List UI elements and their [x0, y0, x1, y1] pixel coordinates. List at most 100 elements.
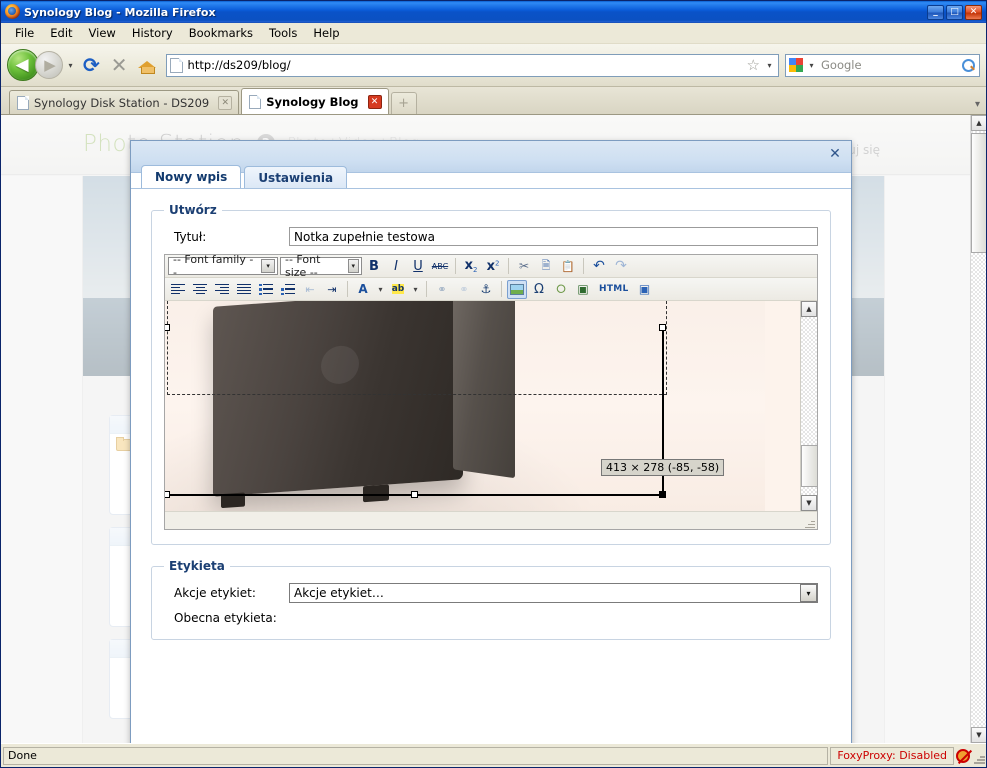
copy-icon[interactable]: 🗎 [536, 257, 556, 276]
unlink-icon[interactable]: ⚭ [454, 280, 474, 299]
editor-scrollbar-thumb[interactable] [801, 445, 817, 487]
history-dropdown-icon[interactable]: ▾ [65, 61, 76, 70]
resize-handle-bottom-left[interactable] [165, 491, 170, 498]
special-character-icon[interactable]: Ω [529, 280, 549, 299]
tab-synology-disk-station[interactable]: Synology Disk Station - DS209 ✕ [9, 90, 240, 114]
scroll-up-icon[interactable]: ▲ [971, 115, 986, 131]
forward-arrow-icon: ▶ [44, 55, 56, 74]
editor-canvas[interactable]: 413 × 278 (-85, -58) ▲ ▼ [165, 301, 817, 511]
status-message: Done [3, 746, 829, 765]
chevron-down-icon[interactable]: ▾ [261, 259, 275, 273]
foxyproxy-icon[interactable] [954, 747, 972, 765]
bookmark-star-icon[interactable]: ☆ [743, 56, 764, 74]
strikethrough-icon[interactable]: ABC [430, 257, 450, 276]
foxyproxy-status[interactable]: FoxyProxy: Disabled [830, 746, 954, 765]
search-icon[interactable] [961, 58, 976, 73]
label-section: Etykieta Akcje etykiet: Akcje etykiet… ▾… [151, 559, 831, 640]
tab-ustawienia[interactable]: Ustawienia [244, 166, 348, 188]
chevron-down-icon[interactable]: ▾ [347, 259, 359, 273]
background-color-dropdown-icon[interactable]: ▾ [410, 285, 421, 294]
numbered-list-icon[interactable] [278, 280, 298, 299]
new-tab-button[interactable]: + [390, 92, 417, 114]
search-bar[interactable]: ▾ Google [785, 53, 980, 77]
font-family-select[interactable]: -- Font family -- ▾ [168, 253, 278, 279]
bold-icon[interactable]: B [364, 257, 384, 276]
indent-icon[interactable]: ⇥ [322, 280, 342, 299]
scroll-down-icon[interactable]: ▼ [971, 727, 986, 743]
editor-toolbar-row2: ⇤ ⇥ A ▾ ab ▾ ⚭ ⚭ ⚓ Ω ⭘ ▣ HTML ▣ [165, 278, 817, 301]
menu-bookmarks[interactable]: Bookmarks [181, 24, 261, 42]
resize-handle-bottom-center[interactable] [411, 491, 418, 498]
tab-nowy-wpis[interactable]: Nowy wpis [141, 165, 242, 188]
superscript-icon[interactable]: x2 [483, 257, 503, 276]
chevron-down-icon[interactable]: ▾ [800, 584, 817, 602]
bullet-list-icon[interactable] [256, 280, 276, 299]
menu-edit[interactable]: Edit [42, 24, 80, 42]
url-bar[interactable]: http://ds209/blog/ ☆ ▾ [165, 53, 779, 77]
reload-icon[interactable]: ⟳ [78, 55, 105, 75]
undo-icon[interactable]: ↶ [589, 257, 609, 276]
align-center-icon[interactable] [190, 280, 210, 299]
insert-image-icon[interactable] [507, 279, 527, 299]
insert-media-icon[interactable]: ▣ [573, 280, 593, 299]
search-engine-dropdown-icon[interactable]: ▾ [806, 61, 817, 70]
label-actions-select[interactable]: Akcje etykiet… ▾ [289, 583, 818, 603]
align-justify-icon[interactable] [234, 280, 254, 299]
window-resize-grip[interactable] [972, 747, 986, 765]
resize-handle-bottom-right[interactable] [659, 491, 666, 498]
stop-icon[interactable]: ✕ [107, 55, 132, 75]
background-color-icon[interactable]: ab [388, 280, 408, 299]
home-button[interactable] [134, 58, 160, 74]
align-left-icon[interactable] [168, 280, 188, 299]
close-window-button[interactable]: ✕ [965, 4, 982, 20]
text-color-dropdown-icon[interactable]: ▾ [375, 285, 386, 294]
insert-link-icon[interactable]: ⚭ [432, 280, 452, 299]
menu-help[interactable]: Help [305, 24, 347, 42]
text-color-icon[interactable]: A [353, 280, 373, 299]
toggle-fullscreen-icon[interactable]: ▣ [635, 280, 655, 299]
tab-synology-blog[interactable]: Synology Blog ✕ [241, 88, 389, 114]
cleanup-icon[interactable]: ⭘ [551, 280, 571, 299]
underline-icon[interactable]: U [408, 257, 428, 276]
tab-close-icon[interactable]: ✕ [367, 94, 382, 109]
minimize-button[interactable]: _ [927, 4, 944, 20]
paste-icon[interactable]: 📋 [558, 257, 578, 276]
resize-handle-top-right[interactable] [659, 324, 666, 331]
align-right-icon[interactable] [212, 280, 232, 299]
editor-scroll-down-icon[interactable]: ▼ [801, 495, 817, 511]
scrollbar-track[interactable] [971, 131, 986, 727]
anchor-icon[interactable]: ⚓ [476, 280, 496, 299]
edit-html-icon[interactable]: HTML [595, 280, 633, 299]
forward-button[interactable]: ▶ [35, 51, 63, 79]
menu-history[interactable]: History [124, 24, 181, 42]
italic-icon[interactable]: I [386, 257, 406, 276]
page-scrollbar[interactable]: ▲ ▼ [970, 115, 986, 743]
font-size-select[interactable]: -- Font size -- ▾ [280, 253, 362, 279]
search-input[interactable]: Google [817, 58, 961, 72]
resize-handle-left-middle[interactable] [165, 324, 170, 331]
outdent-icon[interactable]: ⇤ [300, 280, 320, 299]
menu-view[interactable]: View [81, 24, 124, 42]
bookmark-dropdown-icon[interactable]: ▾ [764, 61, 775, 70]
dialog-close-icon[interactable]: ✕ [827, 147, 843, 163]
tab-close-icon[interactable]: ✕ [218, 95, 233, 110]
title-input[interactable]: Notka zupełnie testowa [289, 227, 818, 246]
subscript-icon[interactable]: x2 [461, 257, 481, 276]
tab-list-icon[interactable]: ▾ [975, 99, 986, 114]
window-title: Synology Blog - Mozilla Firefox [24, 5, 216, 19]
scrollbar-thumb[interactable] [971, 133, 986, 253]
maximize-button[interactable]: □ [946, 4, 963, 20]
redo-icon[interactable]: ↷ [611, 257, 631, 276]
menu-file[interactable]: File [7, 24, 42, 42]
editor-scrollbar[interactable]: ▲ ▼ [800, 301, 817, 511]
editor-scroll-up-icon[interactable]: ▲ [801, 301, 817, 317]
menu-tools[interactable]: Tools [261, 24, 305, 42]
editor-resize-grip[interactable] [804, 517, 815, 528]
tab-title: Synology Disk Station - DS209 [34, 95, 210, 110]
page-icon [169, 57, 183, 73]
url-input[interactable]: http://ds209/blog/ [188, 58, 743, 72]
editor-toolbar-row1: -- Font family -- ▾ -- Font size -- ▾ B … [165, 253, 817, 279]
cut-icon[interactable]: ✂ [514, 257, 534, 276]
editor-scrollbar-track[interactable] [801, 317, 817, 495]
back-arrow-icon: ◀ [15, 54, 29, 75]
